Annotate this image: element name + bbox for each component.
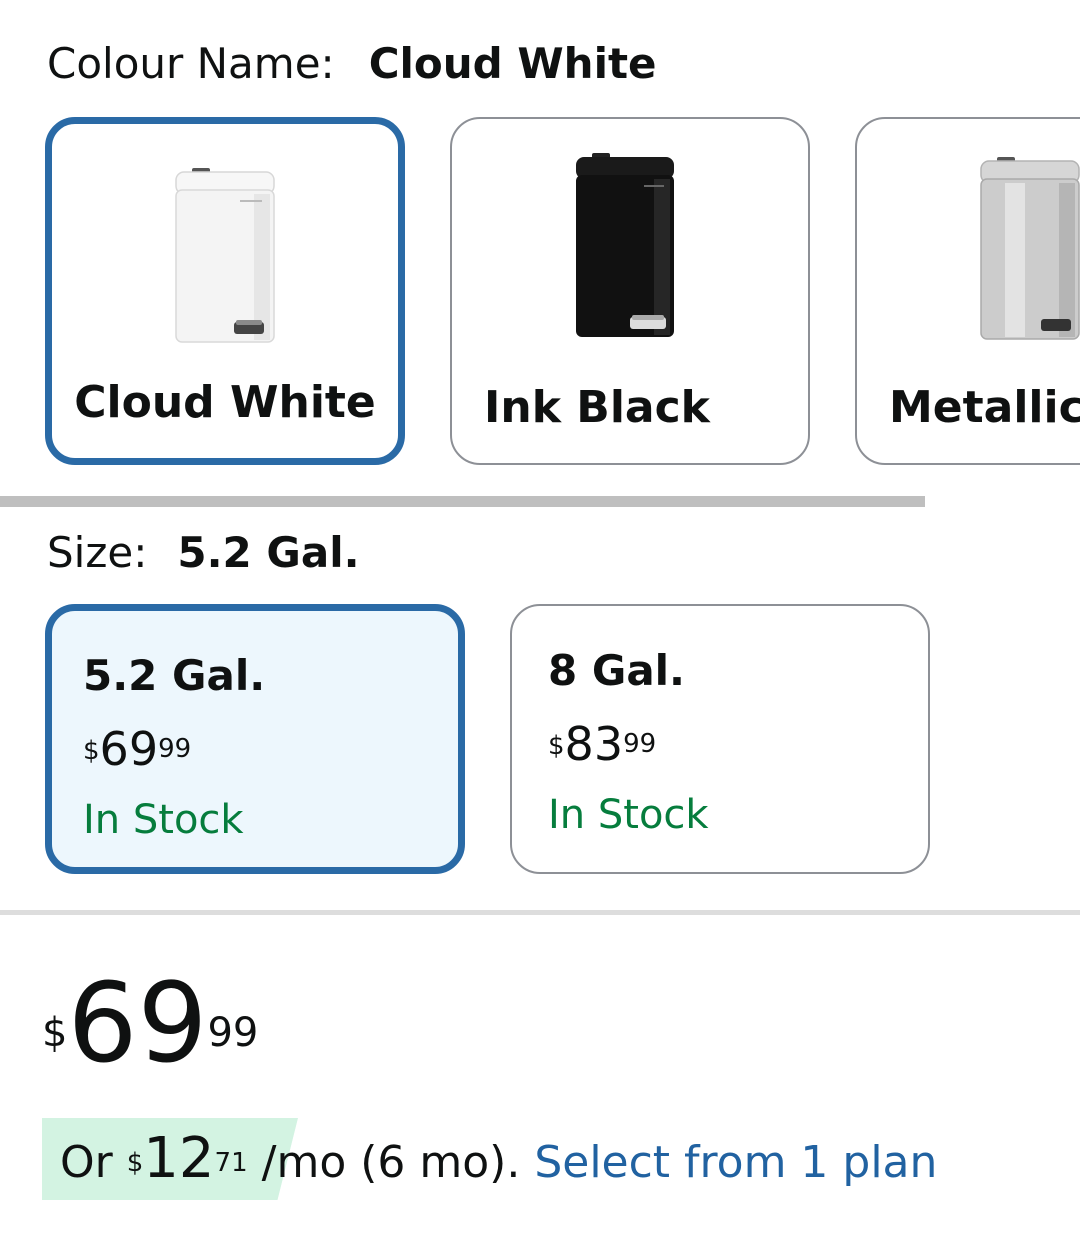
colour-heading: Colour Name: Cloud White xyxy=(47,38,657,90)
colour-option-metallic[interactable]: Metallic xyxy=(855,117,1080,465)
colour-option-label: Ink Black xyxy=(484,382,710,433)
colour-swatch-row: Cloud White Ink Black Metallic xyxy=(0,114,1080,474)
select-plan-link[interactable]: Select from 1 plan xyxy=(534,1137,937,1188)
section-divider xyxy=(0,910,1080,915)
trash-bin-metallic-image xyxy=(980,157,1080,340)
colour-label: Colour Name: xyxy=(47,39,335,88)
main-price-fraction: 99 xyxy=(207,1010,259,1056)
price-fraction: 99 xyxy=(158,734,192,764)
installment-suffix: /mo (6 mo). xyxy=(247,1137,521,1188)
trash-bin-black-image xyxy=(576,153,674,337)
size-option-name: 8 Gal. xyxy=(548,646,686,695)
trash-bin-white-image xyxy=(175,168,275,343)
colour-option-cloud-white[interactable]: Cloud White xyxy=(45,117,405,465)
size-label: Size: xyxy=(47,528,148,577)
installment-text: Or $1271 /mo (6 mo). Select from 1 plan xyxy=(60,1126,937,1196)
main-price-whole: 69 xyxy=(67,959,208,1087)
size-selected-value: 5.2 Gal. xyxy=(177,528,360,577)
installment-prefix: Or xyxy=(60,1137,113,1188)
price-whole: 83 xyxy=(564,717,624,771)
stock-status: In Stock xyxy=(83,797,244,843)
price-currency: $ xyxy=(83,736,100,766)
main-price: $6999 xyxy=(42,968,258,1111)
price-fraction: 99 xyxy=(623,729,657,759)
size-option-5-2-gal[interactable]: 5.2 Gal. $6999 In Stock xyxy=(45,604,465,874)
main-price-currency: $ xyxy=(42,1010,68,1056)
price-whole: 69 xyxy=(99,722,159,776)
installment-whole: 12 xyxy=(143,1126,215,1191)
size-option-price: $8399 xyxy=(548,718,656,770)
installment-fraction: 71 xyxy=(214,1148,248,1178)
colour-option-label: Cloud White xyxy=(74,377,376,428)
horizontal-scrollbar[interactable] xyxy=(0,496,925,507)
price-currency: $ xyxy=(548,731,565,761)
size-heading: Size: 5.2 Gal. xyxy=(47,527,360,579)
installment-currency: $ xyxy=(126,1148,144,1178)
size-option-8-gal[interactable]: 8 Gal. $8399 In Stock xyxy=(510,604,930,874)
colour-option-ink-black[interactable]: Ink Black xyxy=(450,117,810,465)
colour-selected-value: Cloud White xyxy=(368,39,657,88)
colour-option-label: Metallic xyxy=(889,382,1080,433)
stock-status: In Stock xyxy=(548,792,709,838)
size-option-name: 5.2 Gal. xyxy=(83,651,266,700)
size-option-price: $6999 xyxy=(83,723,191,775)
